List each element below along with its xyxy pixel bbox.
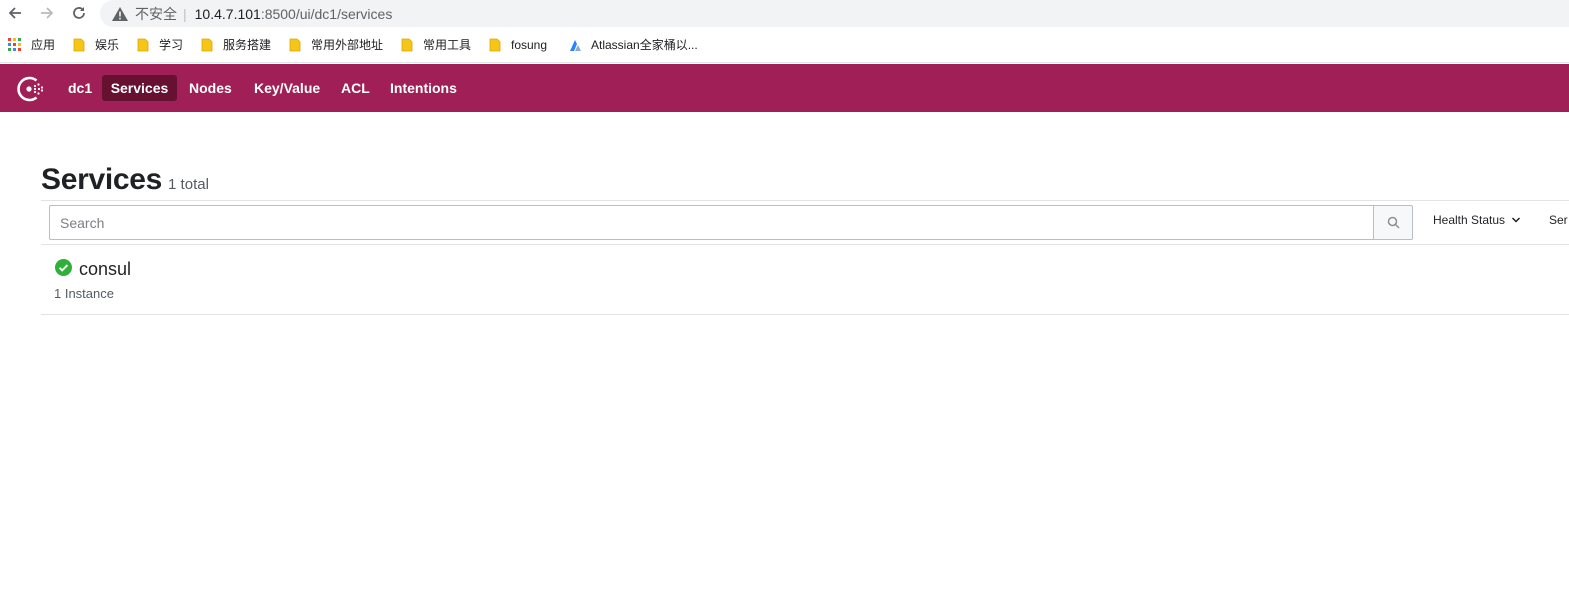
bookmark-folder-entertainment[interactable]: 娱乐: [73, 36, 119, 53]
bookmark-label: Atlassian全家桶以...: [591, 38, 698, 52]
browser-toolbar: 不安全 | 10.4.7.101:8500/ui/dc1/services: [0, 0, 1569, 27]
bookmark-label: 服务搭建: [223, 38, 272, 52]
bookmark-label: fosung: [511, 37, 548, 52]
health-status-dropdown[interactable]: Health Status: [1433, 213, 1521, 227]
sort-label: Ser: [1549, 213, 1568, 227]
bookmark-atlassian[interactable]: Atlassian全家桶以...: [568, 36, 698, 53]
bookmark-label: 常用工具: [423, 38, 472, 52]
bookmark-label: 学习: [159, 38, 184, 52]
service-instance-count: 1 Instance: [54, 286, 114, 301]
filter-bar: Health Status Ser: [41, 201, 1569, 245]
bookmark-folder-study[interactable]: 学习: [137, 36, 183, 53]
arrow-left-icon: [8, 7, 21, 19]
atlassian-icon: [570, 39, 581, 51]
forward-button[interactable]: [36, 3, 58, 23]
url-separator: |: [183, 5, 187, 22]
folder-icon: [489, 38, 501, 51]
address-bar[interactable]: 不安全 | 10.4.7.101:8500/ui/dc1/services: [100, 0, 1569, 27]
service-count: 1 total: [168, 176, 209, 193]
search-icon: [1387, 216, 1400, 229]
page-title-text: Services: [41, 163, 163, 196]
bookmark-label: 娱乐: [95, 38, 120, 52]
reload-icon: [73, 7, 85, 19]
apps-grid-icon: [8, 37, 22, 52]
chevron-down-icon: [1512, 217, 1521, 223]
page-title: Services 1 total: [41, 163, 209, 197]
search-box[interactable]: [49, 205, 1374, 240]
check-circle-icon: [55, 259, 72, 276]
folder-icon: [73, 38, 85, 51]
back-button[interactable]: [4, 3, 26, 23]
consul-logo-icon[interactable]: [16, 74, 46, 104]
folder-icon: [289, 38, 301, 51]
folder-icon: [137, 38, 149, 51]
nav-services[interactable]: Services: [102, 75, 177, 101]
bookmark-label: 常用外部地址: [311, 38, 384, 52]
bookmark-folder-service-setup[interactable]: 服务搭建: [201, 36, 271, 53]
nav-nodes[interactable]: Nodes: [179, 75, 242, 101]
bookmark-folder-external[interactable]: 常用外部地址: [289, 36, 383, 53]
bookmark-folder-fosung[interactable]: fosung: [489, 38, 547, 52]
arrow-right-icon: [41, 7, 54, 19]
bookmark-apps[interactable]: 应用: [8, 36, 55, 53]
nav-key-value[interactable]: Key/Value: [244, 75, 330, 101]
nav-intentions[interactable]: Intentions: [380, 75, 467, 101]
reload-button[interactable]: [68, 3, 90, 23]
search-input[interactable]: [50, 206, 1374, 239]
service-list-item[interactable]: consul 1 Instance: [41, 245, 1569, 315]
datacenter-selector[interactable]: dc1: [58, 75, 102, 101]
url-host: 10.4.7.101: [194, 5, 261, 22]
service-name[interactable]: consul: [79, 259, 131, 280]
security-label[interactable]: 不安全: [135, 4, 177, 24]
sort-dropdown[interactable]: Ser: [1549, 213, 1568, 227]
search-button[interactable]: [1373, 205, 1413, 240]
folder-icon: [201, 38, 213, 51]
url-path: :8500/ui/dc1/services: [260, 5, 393, 22]
bookmarks-bar: 应用 娱乐 学习 服务搭建 常用外部地址 常用工具 fosung Atlassi…: [0, 27, 1569, 63]
bookmark-folder-tools[interactable]: 常用工具: [401, 36, 471, 53]
main-nav: dc1 Services Nodes Key/Value ACL Intenti…: [0, 64, 1569, 112]
health-status-label: Health Status: [1433, 213, 1506, 227]
bookmark-label: 应用: [31, 38, 56, 52]
warning-icon[interactable]: [112, 6, 128, 21]
nav-acl[interactable]: ACL: [331, 75, 380, 101]
folder-icon: [401, 38, 413, 51]
